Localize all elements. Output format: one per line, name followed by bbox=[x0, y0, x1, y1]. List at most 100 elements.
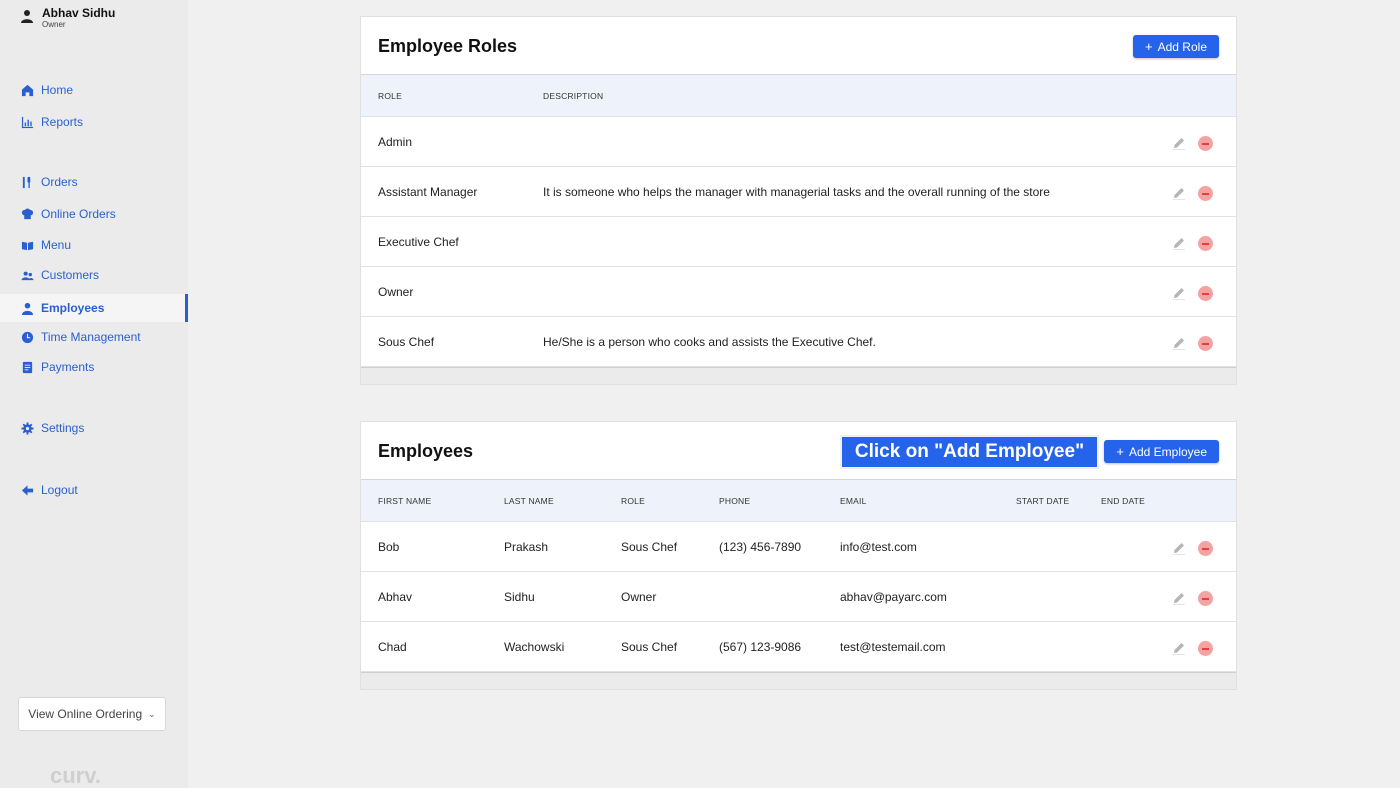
phone-cell: (123) 456-7890 bbox=[719, 540, 802, 554]
table-row[interactable]: Admin bbox=[361, 117, 1236, 167]
table-row[interactable]: Chad Wachowski Sous Chef (567) 123-9086 test… bbox=[361, 622, 1236, 672]
edit-icon[interactable] bbox=[1172, 336, 1188, 352]
sidebar-item-customers[interactable]: Customers bbox=[0, 261, 188, 289]
sidebar-item-reports[interactable]: Reports bbox=[0, 108, 188, 136]
table-row[interactable]: Executive Chef bbox=[361, 217, 1236, 267]
column-header-last-name: LAST NAME bbox=[504, 496, 554, 506]
delete-icon[interactable] bbox=[1198, 286, 1213, 301]
phone-cell: (567) 123-9086 bbox=[719, 640, 802, 654]
delete-icon[interactable] bbox=[1198, 236, 1213, 251]
delete-icon[interactable] bbox=[1198, 591, 1213, 606]
sidebar-item-label: Logout bbox=[41, 483, 78, 497]
edit-icon[interactable] bbox=[1172, 591, 1188, 607]
first-name-cell: Chad bbox=[378, 640, 407, 654]
arrow-left-icon bbox=[20, 483, 34, 497]
delete-icon[interactable] bbox=[1198, 136, 1213, 151]
sidebar-item-label: Time Management bbox=[41, 330, 141, 344]
sidebar-item-online-orders[interactable]: Online Orders bbox=[0, 200, 188, 228]
add-employee-label: Add Employee bbox=[1128, 444, 1207, 459]
sidebar-item-label: Employees bbox=[41, 301, 105, 315]
column-header-role: ROLE bbox=[621, 496, 645, 506]
plus-icon: + bbox=[1145, 39, 1153, 54]
last-name-cell: Prakash bbox=[504, 540, 549, 554]
sidebar-item-label: Reports bbox=[41, 115, 84, 129]
sidebar-item-label: Orders bbox=[41, 175, 78, 189]
card-title: Employees bbox=[378, 441, 474, 461]
role-cell: Sous Chef bbox=[621, 540, 678, 554]
edit-icon[interactable] bbox=[1172, 186, 1188, 202]
add-role-label: Add Role bbox=[1157, 39, 1207, 54]
delete-icon[interactable] bbox=[1198, 336, 1213, 351]
edit-icon[interactable] bbox=[1172, 541, 1188, 557]
user-profile[interactable]: Abhav Sidhu Owner bbox=[20, 6, 115, 30]
email-cell: abhav@payarc.com bbox=[840, 590, 947, 604]
add-employee-button[interactable]: + Add Employee bbox=[1104, 440, 1219, 463]
add-role-button[interactable]: + Add Role bbox=[1133, 35, 1219, 58]
role-name-cell: Admin bbox=[378, 135, 413, 149]
chart-icon bbox=[20, 115, 34, 129]
email-cell: test@testemail.com bbox=[840, 640, 946, 654]
view-online-ordering-label: View Online Ordering bbox=[28, 707, 143, 721]
user-avatar-icon bbox=[21, 10, 33, 23]
column-header-end-date: END DATE bbox=[1101, 496, 1145, 506]
column-header-start-date: START DATE bbox=[1016, 496, 1070, 506]
last-name-cell: Sidhu bbox=[504, 590, 535, 604]
table-row[interactable]: Owner bbox=[361, 267, 1236, 317]
sidebar-item-label: Payments bbox=[41, 360, 95, 374]
first-name-cell: Abhav bbox=[378, 590, 413, 604]
sidebar-item-label: Customers bbox=[41, 268, 100, 282]
email-cell: info@test.com bbox=[840, 540, 917, 554]
delete-icon[interactable] bbox=[1198, 541, 1213, 556]
edit-icon[interactable] bbox=[1172, 136, 1188, 152]
role-cell: Owner bbox=[621, 590, 657, 604]
chevron-down-icon: ⌄ bbox=[148, 708, 156, 719]
sidebar-item-label: Settings bbox=[41, 421, 85, 435]
book-icon bbox=[20, 238, 34, 252]
role-name-cell: Assistant Manager bbox=[378, 185, 478, 199]
delete-icon[interactable] bbox=[1198, 186, 1213, 201]
card-header: Employees Click on "Add Employee" + Add … bbox=[361, 422, 1236, 498]
card-header: Employee Roles + Add Role bbox=[361, 17, 1236, 75]
user-role: Owner bbox=[42, 20, 66, 29]
table-row[interactable]: Sous Chef He/She is a person who cooks an… bbox=[361, 317, 1236, 367]
sidebar-item-time-management[interactable]: Time Management bbox=[0, 323, 188, 351]
sidebar-item-label: Menu bbox=[41, 238, 72, 252]
view-online-ordering-button[interactable]: View Online Ordering ⌄ bbox=[18, 697, 166, 731]
gear-icon bbox=[20, 421, 34, 435]
column-header-first-name: FIRST NAME bbox=[378, 496, 432, 506]
column-header-email: EMAIL bbox=[840, 496, 867, 506]
role-description-cell: It is someone who helps the manager with… bbox=[543, 185, 1050, 199]
sidebar-item-label: Online Orders bbox=[41, 207, 116, 221]
brand-logo: curv. bbox=[50, 763, 101, 788]
table-footer bbox=[361, 672, 1236, 689]
table-row[interactable]: Assistant Manager It is someone who helps… bbox=[361, 167, 1236, 217]
sidebar-item-settings[interactable]: Settings bbox=[0, 414, 188, 442]
clock-icon bbox=[20, 330, 34, 344]
last-name-cell: Wachowski bbox=[504, 640, 565, 654]
table-row[interactable]: Bob Prakash Sous Chef (123) 456-7890 info@te… bbox=[361, 522, 1236, 572]
user-icon bbox=[20, 301, 34, 315]
column-header-description: DESCRIPTION bbox=[543, 91, 604, 101]
edit-icon[interactable] bbox=[1172, 641, 1188, 657]
edit-icon[interactable] bbox=[1172, 236, 1188, 252]
sidebar-item-home[interactable]: Home bbox=[0, 76, 188, 104]
customers-icon bbox=[20, 268, 34, 282]
sidebar-item-orders[interactable]: Orders bbox=[0, 168, 188, 196]
column-header-role: ROLE bbox=[378, 91, 402, 101]
table-row[interactable]: Abhav Sidhu Owner abhav@payarc.com bbox=[361, 572, 1236, 622]
role-name-cell: Owner bbox=[378, 285, 414, 299]
chef-hat-icon bbox=[20, 207, 34, 221]
utensils-icon bbox=[20, 175, 34, 189]
document-icon bbox=[20, 360, 34, 374]
sidebar: Abhav Sidhu Owner Home Reports Orders On… bbox=[0, 0, 188, 788]
employee-roles-card: Employee Roles + Add Role ROLE DESCRIPTI… bbox=[360, 16, 1237, 385]
sidebar-item-logout[interactable]: Logout bbox=[0, 476, 188, 504]
first-name-cell: Bob bbox=[378, 540, 400, 554]
plus-icon: + bbox=[1116, 444, 1124, 459]
delete-icon[interactable] bbox=[1198, 641, 1213, 656]
role-description-cell: He/She is a person who cooks and assists… bbox=[543, 335, 876, 349]
sidebar-item-payments[interactable]: Payments bbox=[0, 353, 188, 381]
sidebar-item-employees[interactable]: Employees bbox=[0, 294, 188, 322]
edit-icon[interactable] bbox=[1172, 286, 1188, 302]
sidebar-item-menu[interactable]: Menu bbox=[0, 231, 188, 259]
